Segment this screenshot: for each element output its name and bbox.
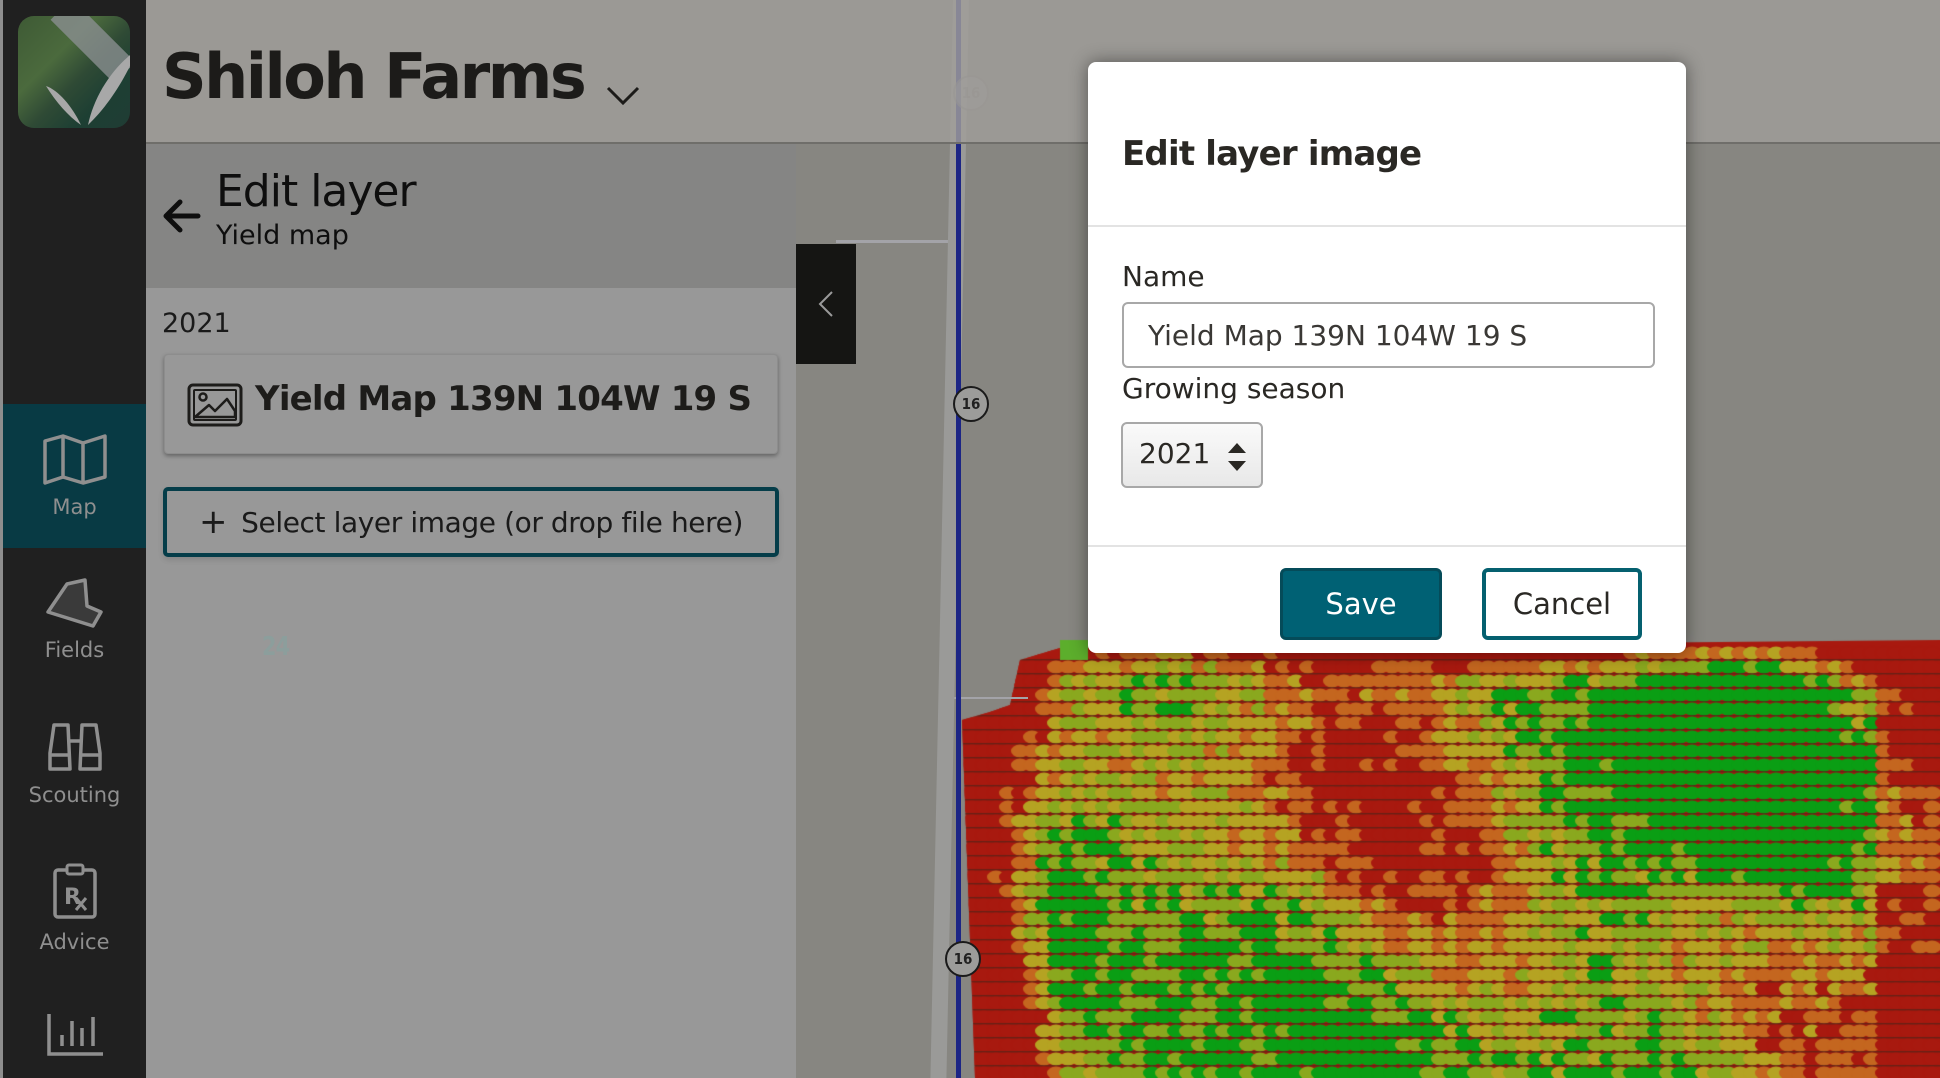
dialog-title: Edit layer image (1122, 134, 1422, 174)
route-shield: 16 (945, 941, 981, 977)
nav-item-map[interactable]: Map (3, 404, 146, 548)
growing-season-value: 2021 (1139, 437, 1211, 470)
growing-season-select[interactable]: 2021 (1121, 422, 1263, 488)
field-polygon-icon (45, 578, 103, 628)
nav-sidebar: Map Fields Scouting R Advice (0, 0, 146, 1078)
edit-layer-image-dialog: Edit layer image Name Growing season 202… (1088, 62, 1686, 653)
select-arrows-icon (1228, 443, 1246, 471)
panel-title: Edit layer (216, 166, 417, 217)
dialog-footer-divider (1088, 545, 1686, 547)
panel-header: Edit layer Yield map (146, 144, 796, 288)
route-shield: 16 (953, 386, 989, 422)
panel-subtitle: Yield map (216, 220, 349, 251)
route-shield-label: 16 (953, 950, 973, 968)
dialog-header: Edit layer image (1088, 62, 1686, 227)
image-icon (187, 383, 243, 427)
nav-item-scouting[interactable]: Scouting (3, 692, 146, 836)
nav-item-label: Scouting (28, 783, 121, 807)
bar-chart-icon (46, 1014, 103, 1056)
farm-name[interactable]: Shiloh Farms (162, 46, 587, 108)
chevron-left-icon (818, 291, 833, 317)
highway-route-line (956, 0, 961, 1078)
map-place-label: 24 (262, 632, 290, 662)
map-icon (42, 434, 107, 485)
nav-item-label: Map (52, 495, 97, 519)
route-shield-label: 16 (961, 395, 981, 413)
layer-image-name: Yield Map 139N 104W 19 S (255, 379, 752, 419)
nav-item-advice[interactable]: R Advice (3, 836, 146, 980)
cancel-button[interactable]: Cancel (1482, 568, 1642, 640)
edit-layer-panel: Edit layer Yield map 2021 Yield Map 139N… (146, 144, 796, 1078)
leaf-logo-icon (46, 55, 130, 125)
plus-icon: + (199, 502, 228, 542)
collapse-panel-button[interactable] (796, 244, 856, 364)
select-layer-image-label: Select layer image (or drop file here) (241, 505, 743, 539)
layer-image-card[interactable]: Yield Map 139N 104W 19 S (164, 354, 778, 454)
nav-item-fields[interactable]: Fields (3, 548, 146, 692)
binoculars-icon (47, 723, 102, 771)
save-button[interactable]: Save (1280, 568, 1442, 640)
nav-item-label: Fields (44, 638, 105, 662)
growing-season-label: Growing season (1122, 372, 1346, 405)
nav-item-reports[interactable] (3, 980, 146, 1078)
arrow-left-icon[interactable] (162, 196, 202, 236)
side-road (836, 240, 958, 243)
nav-item-label: Advice (39, 930, 110, 954)
select-layer-image-button[interactable]: + Select layer image (or drop file here) (163, 487, 779, 557)
name-label: Name (1122, 260, 1205, 293)
name-input[interactable] (1122, 302, 1655, 368)
chevron-down-icon[interactable] (606, 86, 640, 106)
season-year-label: 2021 (162, 308, 231, 339)
app-logo[interactable] (18, 16, 130, 128)
prescription-clipboard-icon: R (52, 863, 97, 919)
